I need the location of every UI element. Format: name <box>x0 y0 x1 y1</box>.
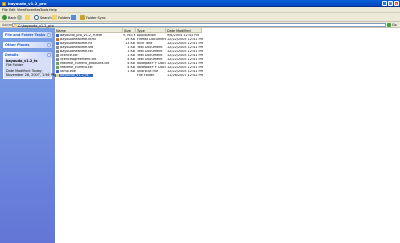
file-name: readme_current_products.txt <box>60 61 110 65</box>
file-date-modified: 11/26/2007 12:42 PM <box>167 73 203 77</box>
file-name: BayoDoReadme.html <box>60 37 96 41</box>
file-list-view[interactable]: Name Size Type Date Modified bayoudo_pro… <box>55 28 400 243</box>
window-title: bayoudo_v1.2_pro <box>8 1 47 6</box>
file-name: xtmp.exe <box>60 69 76 73</box>
address-input[interactable]: C:\bayoudo_v1.2_pro <box>12 22 386 28</box>
search-icon <box>34 15 39 20</box>
menu-edit[interactable]: Edit <box>9 8 16 12</box>
toolbar: Back Search Folders Folder Sync <box>0 13 400 22</box>
file-name: BayoDoReadme.sfd <box>60 45 94 49</box>
search-label: Search <box>40 15 52 20</box>
go-label: Go <box>392 22 397 27</box>
up-folder-button[interactable] <box>25 14 30 21</box>
file-name: bayoudo_v1.2_ts <box>60 73 89 77</box>
close-button[interactable]: × <box>394 1 399 6</box>
file-name: BayoDoReadme.txt <box>60 49 93 53</box>
column-header-size[interactable]: Size <box>123 28 136 33</box>
file-folder-tasks-header[interactable]: File and Folder Tasks ˅ <box>3 32 52 38</box>
details-body: bayoudo_v1.2_ts File Folder Date Modifie… <box>3 58 56 80</box>
details-title: Details <box>5 53 19 58</box>
go-arrow-icon <box>387 22 391 27</box>
folder-sync-icon <box>80 15 85 20</box>
back-label: Back <box>8 15 17 20</box>
file-icon <box>56 74 59 78</box>
details-modified-line2: November 26, 2007, 1:56 PM <box>6 72 56 77</box>
folder-sync-label: Folder Sync <box>86 15 106 20</box>
go-button[interactable]: Go <box>387 22 398 27</box>
minimize-button[interactable]: _ <box>382 1 387 6</box>
details-header[interactable]: Details ˄ <box>3 52 52 58</box>
menu-file[interactable]: File <box>2 8 8 12</box>
other-places-title: Other Places <box>5 43 30 48</box>
other-places-header[interactable]: Other Places ˅ <box>3 42 52 48</box>
folders-icon <box>52 15 57 20</box>
folders-label: Folders <box>58 15 71 20</box>
file-type: File Folder <box>137 73 155 77</box>
menu-tools[interactable]: Tools <box>40 8 48 12</box>
menu-view[interactable]: View <box>17 8 25 12</box>
forward-arrow-icon <box>17 15 22 20</box>
menu-help[interactable]: Help <box>49 8 57 12</box>
folders-button[interactable]: Folders <box>52 14 70 21</box>
file-name: readme_current.txt <box>60 65 93 69</box>
chevron-down-icon[interactable]: ˅ <box>47 32 51 37</box>
file-name: licence.txt <box>60 53 78 57</box>
task-pane: File and Folder Tasks ˅ Other Places ˅ D… <box>0 28 56 243</box>
file-row[interactable]: bayoudo_v1.2_ts File Folder 11/26/2007 12:… <box>55 73 205 78</box>
file-name: BayoDoReadme.rtf <box>60 41 93 45</box>
column-header-date-modified[interactable]: Date Modified <box>166 28 202 33</box>
maximize-button[interactable]: □ <box>388 1 393 6</box>
menu-favorites[interactable]: Favorites <box>25 8 40 12</box>
views-icon <box>71 15 76 20</box>
folder-icon <box>14 24 17 28</box>
search-button[interactable]: Search <box>34 14 52 21</box>
forward-button[interactable] <box>17 14 22 21</box>
column-header-type[interactable]: Type <box>136 28 166 33</box>
column-header-name[interactable]: Name <box>55 28 123 33</box>
details-type: File Folder <box>6 63 24 68</box>
other-places-panel[interactable]: Other Places ˅ <box>3 42 52 48</box>
file-folder-tasks-panel[interactable]: File and Folder Tasks ˅ <box>3 32 52 38</box>
up-folder-icon <box>25 15 30 20</box>
chevron-down-icon[interactable]: ˅ <box>47 42 51 47</box>
file-name-cell[interactable]: bayoudo_v1.2_ts <box>55 73 93 78</box>
details-panel: Details ˄ bayoudo_v1.2_ts File Folder Da… <box>3 52 56 80</box>
file-name: bayoudo_pro_v1.2_fr.exe <box>60 33 103 37</box>
file-folder-tasks-title: File and Folder Tasks <box>5 33 46 38</box>
file-name: licenceagreement.txt <box>60 57 97 61</box>
views-button[interactable] <box>71 14 76 21</box>
title-bar[interactable]: bayoudo_v1.2_pro _ □ × <box>0 0 400 7</box>
back-arrow-icon <box>2 15 7 20</box>
folder-sync-button[interactable]: Folder Sync <box>80 14 106 21</box>
back-button[interactable]: Back <box>2 14 16 21</box>
chevron-up-icon[interactable]: ˄ <box>47 52 51 57</box>
folder-icon <box>2 1 6 6</box>
